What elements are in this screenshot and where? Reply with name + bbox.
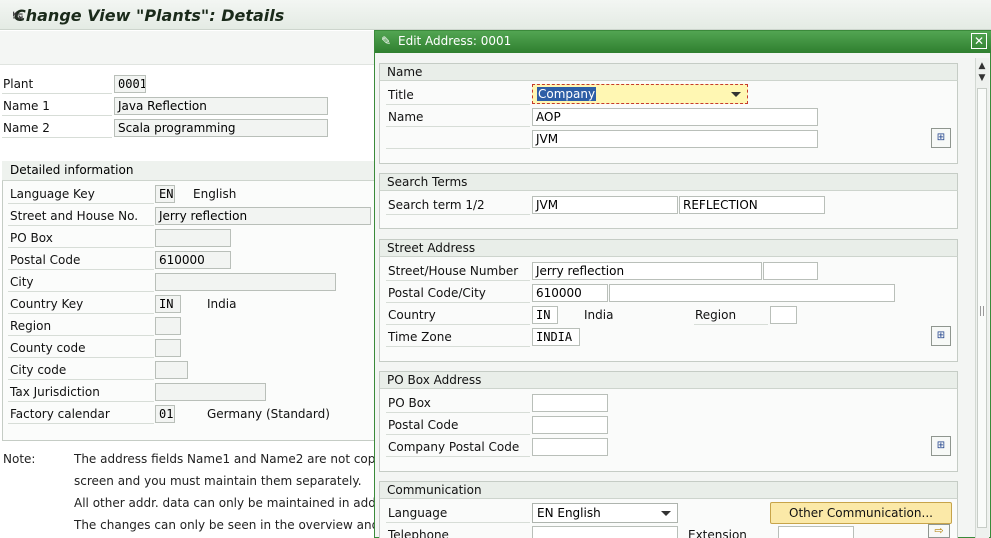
language-label: Language xyxy=(388,506,448,520)
country-key-field[interactable]: IN xyxy=(155,295,181,313)
name2-label: Name 2 xyxy=(3,121,50,135)
city-code-field[interactable] xyxy=(155,361,188,379)
arrow-right-icon[interactable]: ⇨ xyxy=(928,524,950,538)
region-field[interactable] xyxy=(155,317,181,335)
title-value: Company xyxy=(537,87,597,101)
expand-name-icon[interactable]: ⊞ xyxy=(931,128,951,148)
expand-pobox-icon[interactable]: ⊞ xyxy=(931,436,951,456)
name1-label: Name 1 xyxy=(3,99,50,113)
name1-field[interactable]: Java Reflection xyxy=(114,97,328,115)
city-field[interactable] xyxy=(155,273,336,291)
company-postal-label: Company Postal Code xyxy=(388,440,520,454)
pobox-postal-input[interactable] xyxy=(532,416,608,434)
street-house-label: Street/House Number xyxy=(388,264,519,278)
telephone-input[interactable] xyxy=(532,526,678,538)
scroll-down-icon[interactable]: ▼ xyxy=(977,73,987,83)
note-line-3: All other addr. data can only be maintai… xyxy=(74,496,406,510)
region-input[interactable] xyxy=(770,306,797,324)
title-label: Title xyxy=(388,88,414,102)
factory-calendar-label: Factory calendar xyxy=(10,407,110,421)
other-communication-button[interactable]: Other Communication... xyxy=(770,502,952,524)
name-section-title: Name xyxy=(379,63,958,81)
label-line xyxy=(386,131,530,149)
pobox-label: PO Box xyxy=(388,396,431,410)
display-change-icon[interactable]: ↹ xyxy=(10,9,26,25)
note-label: Note: xyxy=(3,452,36,466)
tax-jurisdiction-field[interactable] xyxy=(155,383,266,401)
country-label: Country xyxy=(388,308,436,322)
country-name: India xyxy=(584,308,614,322)
telephone-label: Telephone xyxy=(388,528,449,538)
name-label: Name xyxy=(388,110,424,124)
country-input[interactable]: IN xyxy=(532,306,558,324)
name2-field[interactable]: Scala programming xyxy=(114,119,328,137)
city-label: City xyxy=(10,275,34,289)
county-code-label: County code xyxy=(10,341,86,355)
postal-code-field[interactable]: 610000 xyxy=(155,251,231,269)
close-icon[interactable]: ✕ xyxy=(971,33,987,49)
search-term-1-input[interactable]: JVM xyxy=(532,196,678,214)
factory-calendar-text: Germany (Standard) xyxy=(207,407,330,421)
factory-calendar-field[interactable]: 01 xyxy=(155,405,175,423)
street-address-title: Street Address xyxy=(379,239,958,257)
po-box-title: PO Box Address xyxy=(379,371,958,389)
county-code-field[interactable] xyxy=(155,339,181,357)
po-box-field[interactable] xyxy=(155,229,231,247)
scroll-grip-icon xyxy=(980,306,984,316)
page-title: Change View "Plants": Details xyxy=(14,6,285,25)
language-key-label: Language Key xyxy=(10,187,95,201)
name1-input[interactable]: AOP xyxy=(532,108,818,126)
street-label: Street and House No. xyxy=(10,209,139,223)
search-term-2-input[interactable]: REFLECTION xyxy=(679,196,825,214)
tax-jurisdiction-label: Tax Jurisdiction xyxy=(10,385,100,399)
language-key-field[interactable]: EN xyxy=(155,185,175,203)
region-label: Region xyxy=(695,308,737,322)
pobox-input[interactable] xyxy=(532,394,608,412)
house-number-input[interactable] xyxy=(763,262,818,280)
extension-label: Extension xyxy=(688,528,747,538)
extension-input[interactable] xyxy=(778,526,854,538)
application-toolbar xyxy=(0,31,380,65)
postal-city-label: Postal Code/City xyxy=(388,286,486,300)
communication-title: Communication xyxy=(379,481,958,499)
search-term-label: Search term 1/2 xyxy=(388,198,485,212)
scroll-up-icon[interactable]: ▲ xyxy=(977,61,987,71)
note-line-1: The address fields Name1 and Name2 are n… xyxy=(74,452,407,466)
city-code-label: City code xyxy=(10,363,67,377)
region-label: Region xyxy=(10,319,52,333)
detailed-information-title: Detailed information xyxy=(2,161,382,181)
plant-field[interactable]: 0001 xyxy=(114,75,146,93)
po-box-label: PO Box xyxy=(10,231,53,245)
time-zone-input[interactable]: INDIA xyxy=(532,328,580,346)
language-dropdown[interactable]: EN English xyxy=(532,503,678,523)
note-line-2: screen and you must maintain them separa… xyxy=(74,474,362,488)
language-value: EN English xyxy=(537,506,601,520)
name2-input[interactable]: JVM xyxy=(532,130,818,148)
note-line-4: The changes can only be seen in the over… xyxy=(74,518,403,532)
chevron-down-icon xyxy=(731,92,741,97)
chevron-down-icon xyxy=(661,511,671,516)
street-field[interactable]: Jerry reflection xyxy=(155,207,371,225)
pobox-postal-label: Postal Code xyxy=(388,418,459,432)
country-text: India xyxy=(207,297,237,311)
title-dropdown[interactable]: Company xyxy=(532,84,748,104)
search-terms-title: Search Terms xyxy=(379,173,958,191)
edit-icon: ✎ xyxy=(381,34,392,48)
expand-street-icon[interactable]: ⊞ xyxy=(931,326,951,346)
postal-code-label: Postal Code xyxy=(10,253,81,267)
plant-label: Plant xyxy=(3,77,34,91)
dialog-title: Edit Address: 0001 xyxy=(398,34,512,48)
city-input[interactable] xyxy=(609,284,895,302)
language-text: English xyxy=(193,187,237,201)
postal-code-input[interactable]: 610000 xyxy=(532,284,608,302)
country-key-label: Country Key xyxy=(10,297,84,311)
time-zone-label: Time Zone xyxy=(388,330,452,344)
street-input[interactable]: Jerry reflection xyxy=(532,262,762,280)
company-postal-input[interactable] xyxy=(532,438,608,456)
